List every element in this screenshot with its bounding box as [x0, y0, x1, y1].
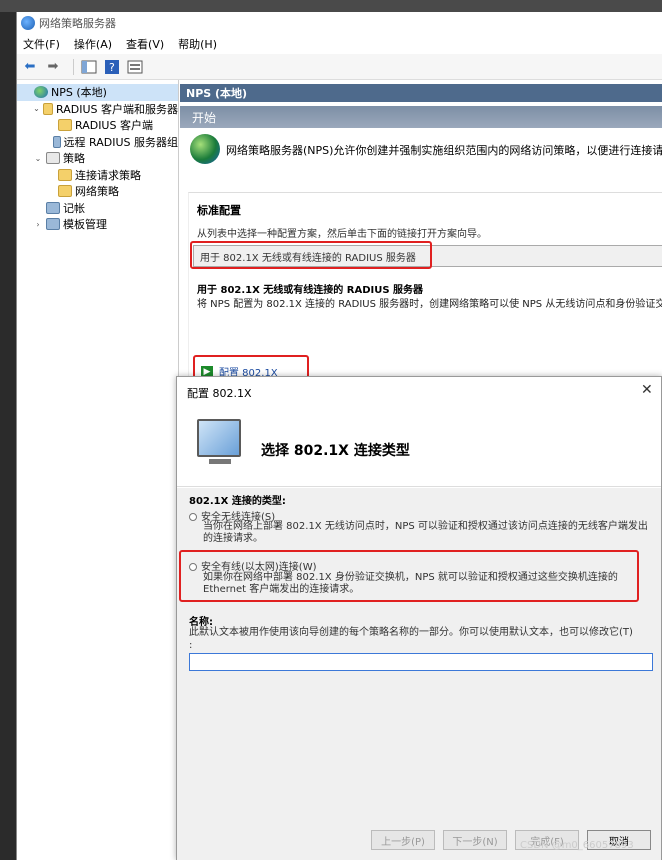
tree-item[interactable]: NPS (本地)	[17, 84, 178, 101]
server-icon	[46, 201, 60, 214]
dialog-body: 802.1X 连接的类型: 安全无线连接(S) 当你在网络上部署 802.1X …	[177, 488, 661, 818]
tree-item-label: 记帐	[63, 201, 85, 215]
background-strip-top	[0, 0, 662, 12]
folder-icon	[42, 102, 54, 115]
standard-config-desc: 从列表中选择一种配置方案，然后单击下面的链接打开方案向导。	[197, 229, 487, 240]
tree-item-label: 连接请求策略	[75, 168, 141, 182]
tree-twisty-icon[interactable]: ›	[33, 220, 43, 229]
annotation-highlight-wired	[179, 550, 639, 602]
monitor-icon	[197, 419, 241, 457]
back-arrow-icon[interactable]: ⬅	[21, 58, 39, 76]
toolbar: ⬅ ➡ ?	[17, 54, 662, 80]
tree-item[interactable]: › 模板管理	[17, 216, 178, 233]
toolbar-separator	[73, 58, 74, 75]
title-bar: 网络策略服务器	[17, 12, 662, 34]
console-tree: NPS (本地) ⌄ RADIUS 客户端和服务器 RADIUS 客户端远程 RADI…	[17, 80, 179, 860]
app-icon	[21, 16, 35, 30]
svg-text:?: ?	[109, 61, 115, 74]
properties-icon[interactable]	[126, 58, 144, 76]
name-desc: 此默认文本被用作使用该向导创建的每个策略名称的一部分。你可以使用默认文本，也可以…	[189, 627, 633, 651]
tree-item-label: NPS (本地)	[51, 86, 107, 100]
wireless-desc: 当你在网络上部署 802.1X 无线访问点时，NPS 可以验证和授权通过该访问点…	[203, 521, 648, 544]
nps-globe-icon	[190, 134, 220, 164]
tree-item-label: 远程 RADIUS 服务器组	[63, 135, 178, 149]
standard-config-title: 标准配置	[197, 204, 241, 217]
scenario-desc: 将 NPS 配置为 802.1X 连接的 RADIUS 服务器时，创建网络策略可…	[197, 299, 662, 310]
server-icon	[52, 135, 61, 148]
menu-file[interactable]: 文件(F)	[23, 36, 60, 52]
tree-twisty-icon[interactable]: ⌄	[33, 104, 40, 113]
wireless-radio[interactable]	[189, 513, 197, 521]
menu-help[interactable]: 帮助(H)	[178, 36, 217, 52]
folder-icon	[58, 168, 72, 181]
window-title: 网络策略服务器	[39, 17, 116, 30]
tree-item-label: 模板管理	[63, 218, 107, 232]
dialog-header: 选择 802.1X 连接类型	[177, 405, 661, 487]
background-strip-left	[0, 0, 16, 860]
start-band: 开始	[180, 106, 662, 128]
show-hide-console-tree-icon[interactable]	[80, 58, 98, 76]
menu-view[interactable]: 查看(V)	[126, 36, 164, 52]
tree-item[interactable]: ⌄ 策略	[17, 150, 178, 167]
close-icon[interactable]: ✕	[641, 382, 653, 398]
intro-text: 网络策略服务器(NPS)允许你创建并强制实施组织范围内的网络访问策略，以便进行连…	[226, 144, 662, 157]
watermark: CSDN @m0_66057893	[520, 840, 634, 851]
forward-arrow-icon[interactable]: ➡	[44, 58, 62, 76]
tree-item[interactable]: 远程 RADIUS 服务器组	[17, 134, 178, 151]
tree-item-label: RADIUS 客户端和服务器	[56, 102, 178, 116]
tree-item[interactable]: ⌄ RADIUS 客户端和服务器	[17, 101, 178, 118]
next-button[interactable]: 下一步(N)	[443, 830, 507, 850]
tree-item-label: 策略	[63, 152, 85, 166]
annotation-highlight-select	[190, 241, 432, 269]
monitor-stand-icon	[209, 459, 231, 464]
doc-icon	[46, 152, 60, 165]
folder-icon	[58, 119, 72, 132]
tree-twisty-icon[interactable]: ⌄	[33, 154, 43, 163]
configure-8021x-dialog: 配置 802.1X ✕ 选择 802.1X 连接类型 802.1X 连接的类型:…	[176, 376, 662, 860]
server-icon	[46, 218, 60, 231]
tree-item-label: 网络策略	[75, 185, 119, 199]
tree-item[interactable]: RADIUS 客户端	[17, 117, 178, 134]
dialog-heading: 选择 802.1X 连接类型	[261, 443, 410, 459]
name-input[interactable]	[189, 653, 653, 671]
dialog-title: 配置 802.1X	[187, 387, 252, 400]
content-header: NPS (本地)	[180, 84, 662, 102]
globe-icon	[34, 86, 48, 99]
connection-type-label: 802.1X 连接的类型:	[189, 496, 286, 507]
dialog-footer: 上一步(P) 下一步(N) 完成(F) 取消	[177, 818, 661, 860]
scenario-title: 用于 802.1X 无线或有线连接的 RADIUS 服务器	[197, 285, 424, 296]
menu-bar: 文件(F) 操作(A) 查看(V) 帮助(H)	[17, 34, 662, 54]
help-icon[interactable]: ?	[103, 58, 121, 76]
tree-item[interactable]: 连接请求策略	[17, 167, 178, 184]
standard-config-panel: 标准配置 从列表中选择一种配置方案，然后单击下面的链接打开方案向导。 用于 80…	[188, 192, 662, 392]
tree-item-label: RADIUS 客户端	[75, 119, 153, 133]
tree-item[interactable]: 记帐	[17, 200, 178, 217]
tree-item[interactable]: 网络策略	[17, 183, 178, 200]
menu-action[interactable]: 操作(A)	[74, 36, 112, 52]
folder-icon	[58, 185, 72, 198]
prev-button[interactable]: 上一步(P)	[371, 830, 435, 850]
